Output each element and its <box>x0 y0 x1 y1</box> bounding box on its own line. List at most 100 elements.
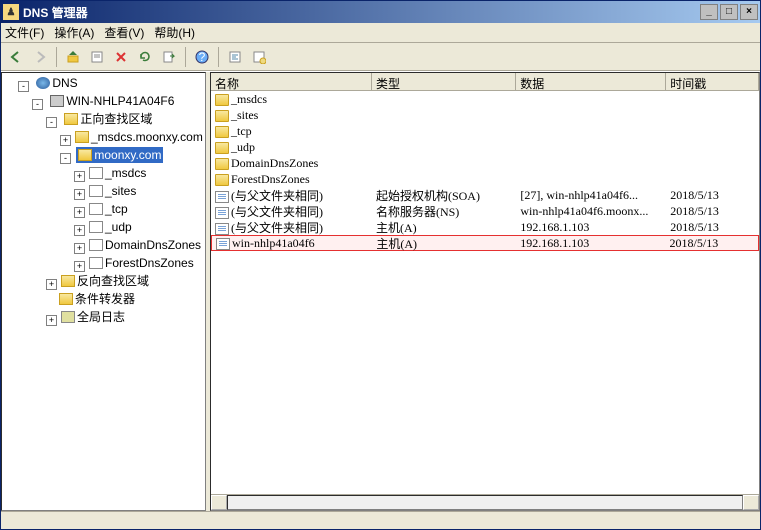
cell-ts: 2018/5/13 <box>666 204 759 219</box>
minimize-button[interactable]: _ <box>700 4 718 20</box>
close-button[interactable]: × <box>740 4 758 20</box>
status-bar <box>1 511 760 529</box>
properties-button[interactable] <box>86 46 108 68</box>
expand-toggle[interactable]: - <box>60 153 71 164</box>
cell-type: 主机(A) <box>372 219 516 236</box>
table-row[interactable]: _sites <box>211 107 759 123</box>
table-row[interactable]: ForestDnsZones <box>211 171 759 187</box>
tree-label: 反向查找区域 <box>77 273 149 289</box>
tree-zone[interactable]: _msdcs.moonxy.com <box>73 129 205 145</box>
table-row[interactable]: win-nhlp41a04f6主机(A)192.168.1.1032018/5/… <box>211 235 759 251</box>
expand-toggle[interactable]: - <box>32 99 43 110</box>
tree-pane[interactable]: - DNS - WIN-NHLP41A04F6 - 正向查找区域 +_msdcs… <box>1 72 206 511</box>
expand-toggle[interactable]: - <box>46 117 57 128</box>
menu-action[interactable]: 操作(A) <box>54 24 94 41</box>
cell-name: (与父文件夹相同) <box>211 219 372 236</box>
folder-icon <box>64 113 78 125</box>
tree-subfolder[interactable]: _sites <box>87 183 138 199</box>
tree-reverse-zones[interactable]: 反向查找区域 <box>59 273 151 289</box>
tree-label: 条件转发器 <box>75 291 135 307</box>
col-ts[interactable]: 时间戳 <box>666 73 759 90</box>
menu-file[interactable]: 文件(F) <box>5 24 44 41</box>
folder-icon <box>215 126 229 138</box>
expand-toggle[interactable]: + <box>46 315 57 326</box>
delete-button[interactable] <box>110 46 132 68</box>
log-icon <box>61 311 75 323</box>
list-body[interactable]: _msdcs_sites_tcp_udpDomainDnsZonesForest… <box>211 91 759 494</box>
folder-icon <box>215 158 229 170</box>
help-button[interactable]: ? <box>191 46 213 68</box>
expand-toggle[interactable]: + <box>74 261 85 272</box>
scroll-right-button[interactable] <box>743 495 759 510</box>
col-data[interactable]: 数据 <box>516 73 666 90</box>
tree-subfolder[interactable]: DomainDnsZones <box>87 237 203 253</box>
col-type[interactable]: 类型 <box>372 73 516 90</box>
tree-label: _tcp <box>105 201 128 217</box>
expand-toggle[interactable]: + <box>46 279 57 290</box>
col-name[interactable]: 名称 <box>211 73 372 90</box>
expand-toggle[interactable]: + <box>74 171 85 182</box>
horizontal-scrollbar[interactable] <box>211 494 759 510</box>
table-row[interactable]: (与父文件夹相同)起始授权机构(SOA)[27], win-nhlp41a04f… <box>211 187 759 203</box>
folder-icon <box>215 142 229 154</box>
tree-forward-zones[interactable]: 正向查找区域 <box>62 111 154 127</box>
expand-toggle[interactable]: + <box>60 135 71 146</box>
folder-icon <box>78 149 92 161</box>
expand-toggle[interactable]: + <box>74 207 85 218</box>
up-button[interactable] <box>62 46 84 68</box>
export-button[interactable] <box>158 46 180 68</box>
refresh-button[interactable] <box>134 46 156 68</box>
record-icon <box>89 257 103 269</box>
list-header: 名称 类型 数据 时间戳 <box>211 73 759 91</box>
tree-subfolder[interactable]: _tcp <box>87 201 130 217</box>
cell-type: 起始授权机构(SOA) <box>372 187 516 204</box>
filter-button[interactable] <box>224 46 246 68</box>
expand-toggle[interactable]: + <box>74 189 85 200</box>
back-button[interactable] <box>5 46 27 68</box>
cell-data: [27], win-nhlp41a04f6... <box>516 188 666 203</box>
tree-subfolder[interactable]: ForestDnsZones <box>87 255 196 271</box>
svg-text:?: ? <box>199 50 206 64</box>
tree-label: DomainDnsZones <box>105 237 201 253</box>
tree-server[interactable]: WIN-NHLP41A04F6 <box>48 93 176 109</box>
scroll-left-button[interactable] <box>211 495 227 510</box>
tree-global-log[interactable]: 全局日志 <box>59 309 127 325</box>
table-row[interactable]: _udp <box>211 139 759 155</box>
cell-ts: 2018/5/13 <box>666 188 759 203</box>
table-row[interactable]: _tcp <box>211 123 759 139</box>
tree-label: _udp <box>105 219 132 235</box>
tree-label: _sites <box>105 183 136 199</box>
window-title: DNS 管理器 <box>23 4 698 21</box>
tree-conditional-fwd[interactable]: 条件转发器 <box>57 291 137 307</box>
expand-toggle[interactable]: - <box>18 81 29 92</box>
tree-root[interactable]: DNS <box>34 75 79 91</box>
cell-type: 主机(A) <box>372 235 516 252</box>
table-row[interactable]: (与父文件夹相同)名称服务器(NS)win-nhlp41a04f6.moonx.… <box>211 203 759 219</box>
new-record-button[interactable] <box>248 46 270 68</box>
tree-subfolder[interactable]: _udp <box>87 219 134 235</box>
tree-label: _msdcs.moonxy.com <box>91 129 203 145</box>
toolbar-separator <box>56 47 57 67</box>
forward-button[interactable] <box>29 46 51 68</box>
record-icon <box>89 203 103 215</box>
cell-name: win-nhlp41a04f6 <box>212 236 372 251</box>
table-row[interactable]: (与父文件夹相同)主机(A)192.168.1.1032018/5/13 <box>211 219 759 235</box>
toolbar: ? <box>1 43 760 71</box>
tree-subfolder[interactable]: _msdcs <box>87 165 148 181</box>
expand-toggle[interactable]: + <box>74 225 85 236</box>
menu-view[interactable]: 查看(V) <box>104 24 144 41</box>
menu-help[interactable]: 帮助(H) <box>154 24 195 41</box>
tree-label: WIN-NHLP41A04F6 <box>66 93 174 109</box>
tree-zone-selected[interactable]: moonxy.com <box>76 147 163 163</box>
folder-icon <box>215 94 229 106</box>
table-row[interactable]: _msdcs <box>211 91 759 107</box>
table-row[interactable]: DomainDnsZones <box>211 155 759 171</box>
tree-label: DNS <box>52 75 77 91</box>
tree-label: moonxy.com <box>94 147 161 163</box>
maximize-button[interactable]: □ <box>720 4 738 20</box>
menu-bar: 文件(F) 操作(A) 查看(V) 帮助(H) <box>1 23 760 43</box>
expand-toggle[interactable]: + <box>74 243 85 254</box>
scroll-track[interactable] <box>227 495 743 510</box>
tree-label: 正向查找区域 <box>80 111 152 127</box>
list-pane: 名称 类型 数据 时间戳 _msdcs_sites_tcp_udpDomainD… <box>210 72 760 511</box>
